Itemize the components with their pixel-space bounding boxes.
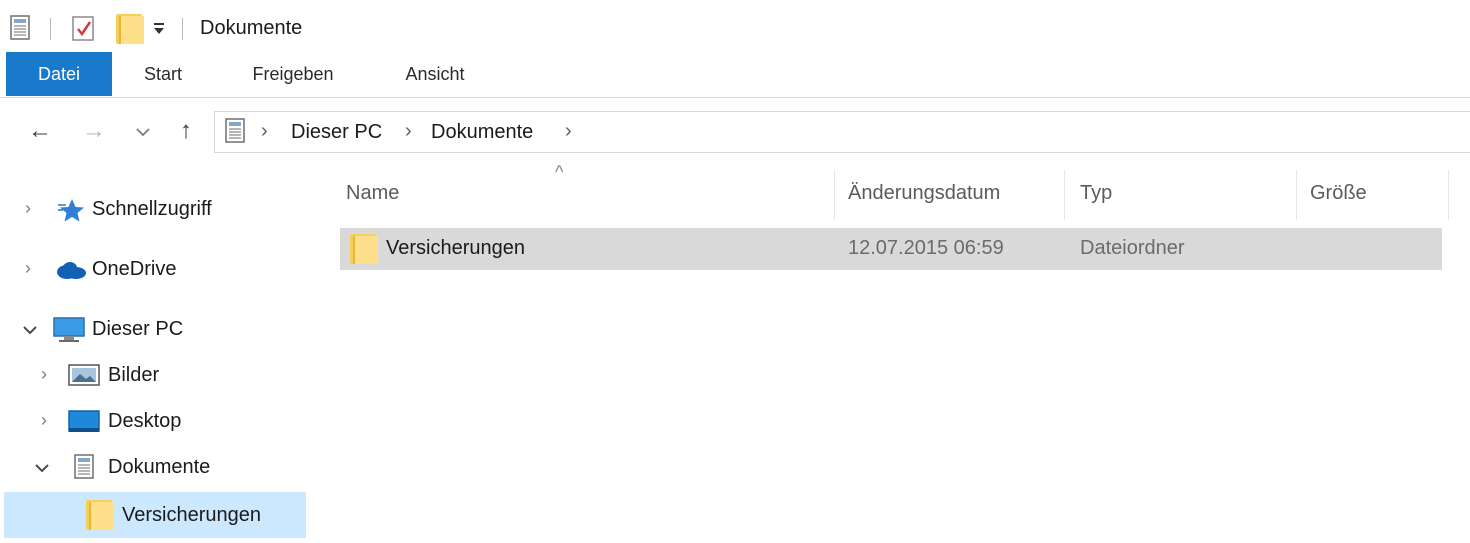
column-header-modified[interactable]: Änderungsdatum bbox=[848, 182, 1000, 205]
nav-item-bilder[interactable]: › Bilder bbox=[4, 352, 306, 398]
tab-datei[interactable]: Datei bbox=[6, 52, 112, 96]
nav-item-label: OneDrive bbox=[92, 258, 177, 280]
forward-arrow-icon[interactable]: → bbox=[76, 108, 112, 154]
collapse-chevron-icon[interactable] bbox=[34, 462, 50, 474]
desktop-folder-icon bbox=[68, 410, 100, 432]
table-row[interactable]: Versicherungen 12.07.2015 06:59 Dateiord… bbox=[340, 228, 1442, 270]
column-header-size[interactable]: Größe bbox=[1310, 182, 1367, 205]
navigation-pane: › Schnellzugriff › OneDrive Dieser PC › bbox=[0, 170, 320, 543]
expand-chevron-icon[interactable]: › bbox=[20, 258, 36, 279]
file-name: Versicherungen bbox=[386, 237, 525, 259]
nav-item-schnellzugriff[interactable]: › Schnellzugriff bbox=[4, 186, 306, 232]
tab-ansicht[interactable]: Ansicht bbox=[390, 52, 480, 96]
breadcrumb-dieser-pc[interactable]: Dieser PC bbox=[291, 121, 382, 144]
nav-item-dokumente[interactable]: Dokumente bbox=[4, 444, 306, 490]
cloud-icon bbox=[57, 262, 86, 279]
nav-item-label: Schnellzugriff bbox=[92, 198, 212, 220]
tab-start[interactable]: Start bbox=[130, 52, 196, 96]
nav-item-label: Dieser PC bbox=[92, 318, 184, 340]
expand-chevron-icon[interactable]: › bbox=[36, 364, 52, 385]
title-bar: Dokumente bbox=[0, 0, 1470, 52]
documents-icon bbox=[225, 118, 245, 143]
expand-chevron-icon[interactable]: › bbox=[20, 198, 36, 219]
folder-icon bbox=[350, 234, 378, 264]
breadcrumb-separator-icon[interactable]: › bbox=[261, 120, 268, 143]
checkbox-icon[interactable] bbox=[70, 14, 98, 42]
nav-item-label: Dokumente bbox=[108, 456, 211, 478]
expand-chevron-icon[interactable]: › bbox=[36, 410, 52, 431]
title-divider bbox=[182, 18, 183, 40]
file-list: ^ Name Änderungsdatum Typ Größe Versiche… bbox=[320, 162, 1470, 543]
column-header-type[interactable]: Typ bbox=[1080, 182, 1112, 205]
up-arrow-icon[interactable]: ↑ bbox=[168, 108, 204, 154]
pictures-folder-icon bbox=[68, 364, 100, 386]
column-divider[interactable] bbox=[834, 170, 835, 220]
properties-icon[interactable] bbox=[10, 15, 32, 41]
column-divider[interactable] bbox=[1448, 170, 1449, 220]
folder-icon bbox=[86, 500, 114, 530]
computer-icon bbox=[53, 317, 85, 342]
nav-item-label: Bilder bbox=[108, 364, 160, 386]
breadcrumb-separator-icon[interactable]: › bbox=[405, 120, 412, 143]
nav-item-label: Desktop bbox=[108, 410, 182, 432]
navigation-bar: ← → ↑ › Dieser PC › Dokumente › bbox=[0, 108, 1470, 156]
column-divider[interactable] bbox=[1064, 170, 1065, 220]
star-icon bbox=[58, 199, 84, 222]
window-title: Dokumente bbox=[200, 17, 303, 39]
back-arrow-icon[interactable]: ← bbox=[22, 108, 58, 154]
ribbon-tabs: Datei Start Freigeben Ansicht bbox=[0, 52, 1470, 98]
toolbar-divider bbox=[50, 18, 51, 40]
nav-item-desktop[interactable]: › Desktop bbox=[4, 398, 306, 444]
nav-item-dieser-pc[interactable]: Dieser PC bbox=[4, 306, 306, 352]
nav-item-label: Versicherungen bbox=[122, 504, 261, 526]
column-divider[interactable] bbox=[1296, 170, 1297, 220]
nav-item-onedrive[interactable]: › OneDrive bbox=[4, 246, 306, 292]
new-folder-icon[interactable] bbox=[116, 14, 144, 44]
address-bar[interactable]: › Dieser PC › Dokumente › bbox=[214, 111, 1470, 153]
customize-dropdown-icon[interactable] bbox=[152, 22, 166, 36]
collapse-chevron-icon[interactable] bbox=[22, 324, 38, 336]
sort-ascending-icon: ^ bbox=[555, 162, 564, 182]
tab-freigeben[interactable]: Freigeben bbox=[236, 52, 350, 96]
nav-item-versicherungen[interactable]: Versicherungen bbox=[4, 492, 306, 538]
recent-locations-chevron-icon[interactable] bbox=[134, 126, 152, 138]
file-type: Dateiordner bbox=[1080, 237, 1185, 259]
breadcrumb-separator-icon[interactable]: › bbox=[565, 120, 572, 143]
file-modified: 12.07.2015 06:59 bbox=[848, 237, 1004, 259]
column-header-name[interactable]: Name bbox=[346, 182, 399, 205]
breadcrumb-dokumente[interactable]: Dokumente bbox=[431, 121, 533, 144]
documents-icon bbox=[74, 454, 94, 479]
